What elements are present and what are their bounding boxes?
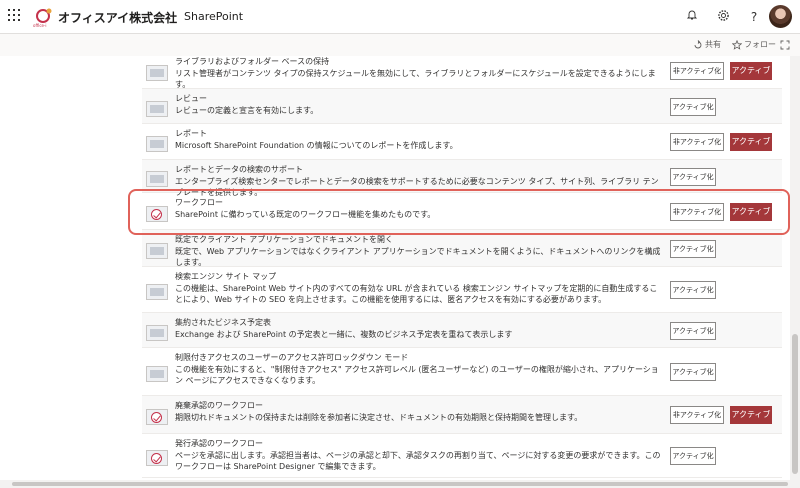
horizontal-scroll-thumb[interactable] bbox=[12, 482, 788, 486]
feature-description: 期限切れドキュメントの保持または削除を参加者に決定させ、ドキュメントの有効期限と… bbox=[175, 413, 583, 422]
follow-label: フォロー bbox=[744, 40, 776, 49]
activate-button[interactable]: アクティブ化 bbox=[670, 167, 716, 186]
feature-placeholder-icon bbox=[146, 366, 168, 382]
follow-button[interactable]: フォロー bbox=[731, 38, 776, 52]
command-bar: 共有 フォロー bbox=[0, 34, 800, 56]
suite-header: office-i オフィスアイ株式会社 SharePoint ? bbox=[0, 0, 800, 34]
deactivate-button[interactable]: 非アクティブ化 bbox=[670, 406, 724, 424]
feature-row: 廃棄承認のワークフロー期限切れドキュメントの保持または削除を参加者に決定させ、ド… bbox=[142, 396, 782, 434]
active-status-badge: アクティブ bbox=[730, 61, 772, 80]
feature-placeholder-icon bbox=[146, 64, 168, 81]
feature-row: 発行承認のワークフローページを承認に出します。承認担当者は、ページの承認と却下、… bbox=[142, 434, 782, 478]
activate-button[interactable]: アクティブ化 bbox=[670, 239, 716, 258]
feature-row: ライブラリおよびフォルダー ベースの保持リスト管理者がコンテンツ タイプの保持ス… bbox=[142, 56, 782, 89]
feature-row: 集約されたビジネス予定表 Exchange および SharePoint の予定表… bbox=[142, 313, 782, 348]
feature-row: レポート Microsoft SharePoint Foundation の情報に… bbox=[142, 124, 782, 160]
active-status-badge: アクティブ bbox=[730, 202, 772, 221]
feature-title: 検索エンジン サイト マップ bbox=[175, 272, 277, 281]
feature-description: この機能は、SharePoint Web サイト内のすべての有効な URL が含… bbox=[175, 284, 658, 304]
feature-title: 発行承認のワークフロー bbox=[175, 439, 263, 448]
feature-row: レポートとデータの検索のサポート エンタープライズ検索センターでレポートとデータの… bbox=[142, 160, 782, 197]
feature-placeholder-icon bbox=[146, 284, 168, 300]
app-name[interactable]: SharePoint bbox=[184, 10, 243, 23]
feature-title: レビュー bbox=[175, 94, 207, 103]
feature-placeholder-icon bbox=[146, 136, 168, 152]
vertical-scroll-thumb[interactable] bbox=[792, 334, 798, 474]
share-button[interactable]: 共有 bbox=[693, 38, 721, 52]
feature-title: 既定でクライアント アプリケーションでドキュメントを開く bbox=[175, 235, 394, 244]
feature-title: レポート bbox=[175, 129, 207, 138]
vertical-scrollbar[interactable] bbox=[790, 56, 800, 480]
star-icon bbox=[731, 39, 743, 50]
workflow-check-icon bbox=[146, 205, 168, 222]
deactivate-button[interactable]: 非アクティブ化 bbox=[670, 133, 724, 151]
site-features-list: ライブラリおよびフォルダー ベースの保持リスト管理者がコンテンツ タイプの保持ス… bbox=[0, 56, 790, 480]
gear-icon[interactable] bbox=[715, 9, 731, 25]
activate-button[interactable]: アクティブ化 bbox=[670, 97, 716, 116]
feature-row: レビューレビューの定義と宣言を有効にします。 アクティブ化 bbox=[142, 89, 782, 124]
feature-title: レポートとデータの検索のサポート bbox=[175, 165, 303, 174]
feature-title: 制限付きアクセスのユーザーのアクセス許可ロックダウン モード bbox=[175, 353, 409, 362]
focus-mode-icon[interactable] bbox=[780, 38, 792, 52]
feature-placeholder-icon bbox=[146, 242, 168, 259]
bell-icon[interactable] bbox=[684, 9, 700, 25]
app-launcher-icon[interactable] bbox=[8, 9, 22, 23]
feature-description: ページを承認に出します。承認担当者は、ページの承認と却下、承認タスクの再割り当て… bbox=[175, 451, 661, 471]
activate-button[interactable]: アクティブ化 bbox=[670, 281, 716, 299]
active-status-badge: アクティブ bbox=[730, 406, 772, 424]
activate-button[interactable]: アクティブ化 bbox=[670, 321, 716, 340]
feature-description: Microsoft SharePoint Foundation の情報についての… bbox=[175, 141, 458, 150]
deactivate-button[interactable]: 非アクティブ化 bbox=[670, 202, 724, 221]
logo-subtext: office-i bbox=[33, 23, 47, 28]
activate-button[interactable]: アクティブ化 bbox=[670, 363, 716, 381]
feature-row: 既定でクライアント アプリケーションでドキュメントを開く既定で、Web アプリケ… bbox=[142, 230, 782, 267]
help-icon[interactable]: ? bbox=[746, 9, 762, 25]
feature-title: ライブラリおよびフォルダー ベースの保持 bbox=[175, 57, 330, 66]
avatar[interactable] bbox=[769, 5, 792, 28]
feature-description: Exchange および SharePoint の予定表と一緒に、複数のビジネス… bbox=[175, 330, 513, 339]
feature-title: 廃棄承認のワークフロー bbox=[175, 401, 263, 410]
feature-description: SharePoint に備わっている既定のワークフロー機能を集めたものです。 bbox=[175, 210, 436, 219]
share-icon bbox=[694, 39, 702, 48]
feature-title: 集約されたビジネス予定表 bbox=[175, 318, 271, 327]
horizontal-scrollbar[interactable] bbox=[0, 480, 800, 488]
feature-description: この機能を有効にすると、"制限付きアクセス" アクセス許可レベル (匿名ユーザー… bbox=[175, 365, 659, 385]
feature-description: リスト管理者がコンテンツ タイプの保持スケジュールを無効にして、ライブラリとフォ… bbox=[175, 69, 656, 89]
deactivate-button[interactable]: 非アクティブ化 bbox=[670, 61, 724, 80]
feature-title: ワークフロー bbox=[175, 198, 223, 207]
workflow-check-icon bbox=[146, 450, 168, 466]
workflow-check-icon bbox=[146, 409, 168, 425]
feature-row: 検索エンジン サイト マップこの機能は、SharePoint Web サイト内の… bbox=[142, 267, 782, 313]
feature-row: 制限付きアクセスのユーザーのアクセス許可ロックダウン モードこの機能を有効にする… bbox=[142, 348, 782, 396]
feature-placeholder-icon bbox=[146, 170, 168, 187]
active-status-badge: アクティブ bbox=[730, 133, 772, 151]
feature-placeholder-icon bbox=[146, 100, 168, 117]
feature-description: レビューの定義と宣言を有効にします。 bbox=[175, 106, 319, 115]
company-name[interactable]: オフィスアイ株式会社 bbox=[58, 9, 177, 26]
feature-description: 既定で、Web アプリケーションではなくクライアント アプリケーションでドキュメ… bbox=[175, 247, 661, 267]
feature-placeholder-icon bbox=[146, 324, 168, 341]
feature-row: ワークフロー SharePoint に備わっている既定のワークフロー機能を集めたも… bbox=[142, 193, 782, 230]
share-label: 共有 bbox=[705, 40, 721, 49]
activate-button[interactable]: アクティブ化 bbox=[670, 447, 716, 465]
